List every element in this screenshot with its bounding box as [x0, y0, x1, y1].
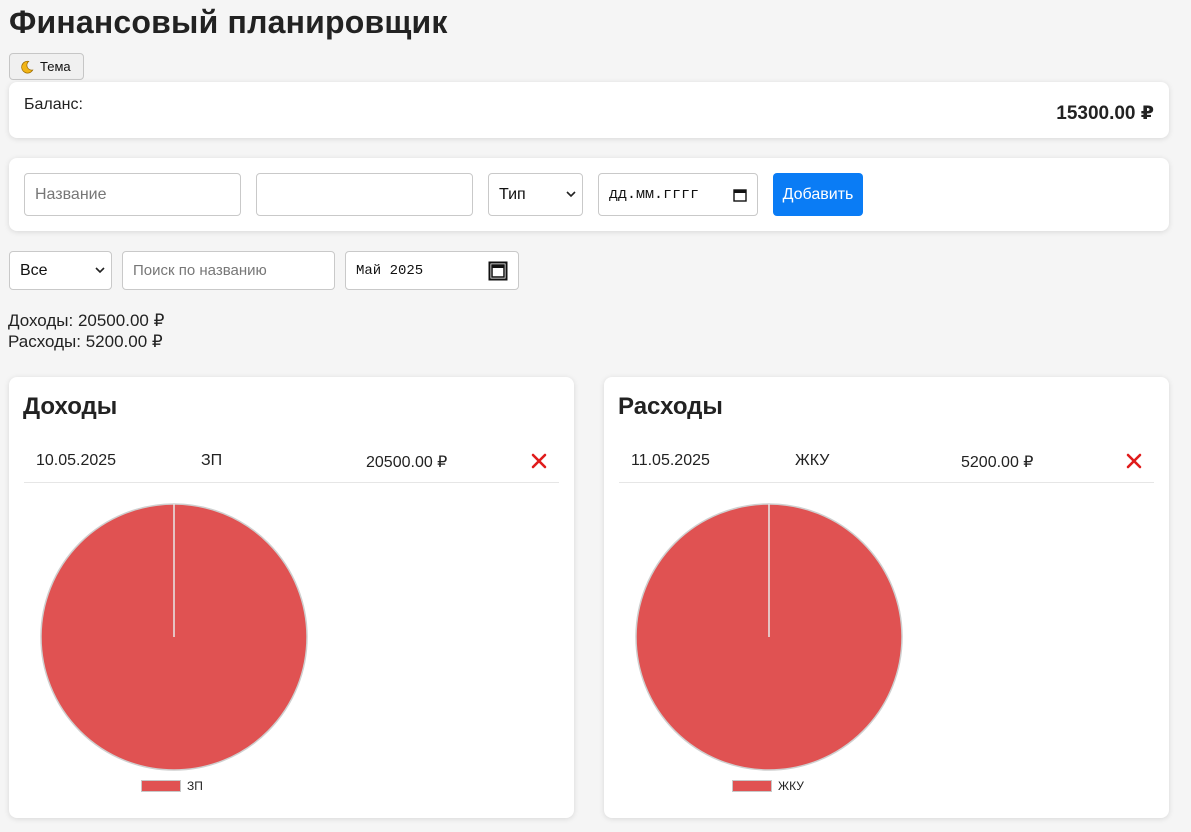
row-amount: 20500.00 ₽	[366, 454, 448, 471]
page-title: Финансовый планировщик	[9, 4, 448, 40]
expense-total: Расходы: 5200.00 ₽	[8, 332, 163, 351]
chevron-down-icon	[566, 191, 576, 198]
row-date: 10.05.2025	[36, 452, 117, 469]
balance-value: 15300.00 ₽	[1056, 103, 1154, 124]
search-input-placeholder: Поиск по названию	[133, 262, 267, 279]
income-pie-chart	[40, 503, 308, 771]
moon-icon	[21, 60, 34, 73]
income-panel: Доходы 10.05.2025 ЗП 20500.00 ₽ ЗП	[9, 377, 574, 818]
name-input[interactable]: Название	[24, 173, 241, 216]
theme-toggle-button[interactable]: Тема	[9, 53, 84, 80]
legend-label: ЗП	[187, 779, 203, 793]
expense-panel-title: Расходы	[618, 393, 723, 420]
expense-pie-chart	[635, 503, 903, 771]
month-input[interactable]: Май 2025	[345, 251, 519, 290]
date-input[interactable]: дд.мм.гггг	[598, 173, 758, 216]
row-amount: 5200.00 ₽	[961, 454, 1034, 471]
expense-panel: Расходы 11.05.2025 ЖКУ 5200.00 ₽ ЖКУ	[604, 377, 1169, 818]
type-select-value: Тип	[499, 185, 526, 203]
close-icon[interactable]	[1126, 453, 1142, 469]
legend-swatch	[732, 780, 772, 792]
legend-swatch	[141, 780, 181, 792]
date-input-placeholder: дд.мм.гггг	[609, 186, 700, 203]
row-name: ЗП	[201, 452, 223, 469]
filter-type-value: Все	[20, 261, 48, 279]
chart-legend: ЗП	[141, 779, 203, 793]
row-name: ЖКУ	[795, 452, 830, 469]
search-input[interactable]: Поиск по названию	[122, 251, 335, 290]
theme-button-label: Тема	[40, 59, 71, 74]
filter-type-select[interactable]: Все	[9, 251, 112, 290]
type-select[interactable]: Тип	[488, 173, 583, 216]
chevron-down-icon	[95, 267, 105, 274]
calendar-icon[interactable]	[733, 188, 747, 202]
chart-legend: ЖКУ	[732, 779, 804, 793]
close-icon[interactable]	[531, 453, 547, 469]
table-row: 10.05.2025 ЗП 20500.00 ₽	[24, 439, 559, 483]
month-input-value: Май 2025	[356, 262, 424, 279]
income-panel-title: Доходы	[23, 393, 118, 420]
add-button[interactable]: Добавить	[773, 173, 863, 216]
amount-input[interactable]	[256, 173, 473, 216]
legend-label: ЖКУ	[778, 779, 804, 793]
row-date: 11.05.2025	[631, 452, 710, 469]
balance-card: Баланс: 15300.00 ₽	[9, 82, 1169, 138]
calendar-icon[interactable]	[488, 261, 508, 281]
balance-label: Баланс:	[24, 96, 83, 113]
income-total: Доходы: 20500.00 ₽	[8, 311, 165, 330]
add-button-label: Добавить	[782, 185, 854, 203]
name-input-placeholder: Название	[35, 185, 107, 203]
table-row: 11.05.2025 ЖКУ 5200.00 ₽	[619, 439, 1154, 483]
